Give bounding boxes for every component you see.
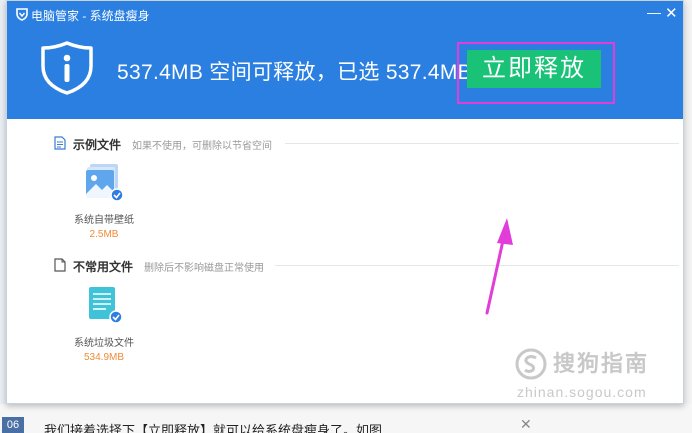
window-header: 电脑管家 - 系统盘瘦身 — ✕ 537.4MB 空间可释放，已选 537.4M…	[7, 1, 683, 119]
release-now-button[interactable]: 立即释放	[467, 50, 601, 88]
disk-cleanup-window: 电脑管家 - 系统盘瘦身 — ✕ 537.4MB 空间可释放，已选 537.4M…	[6, 0, 684, 404]
section-divider	[285, 143, 679, 144]
file-icon	[54, 258, 66, 272]
release-summary: 537.4MB 空间可释放，已选 537.4MB	[117, 61, 472, 84]
background-step-text: 我们接着选择下【立即释放】就可以给系统盘瘦身了。如图	[44, 423, 383, 433]
step-number-tag: 06	[2, 417, 24, 433]
background-close-icon[interactable]: ✕	[520, 416, 532, 433]
list-item-system-wallpaper[interactable]: 系统自带壁纸 2.5MB	[64, 162, 144, 240]
watermark-text: 搜狗指南	[553, 351, 650, 376]
junk-file-icon	[89, 287, 123, 324]
watermark: 搜狗指南 zhinan.sogou.com	[513, 346, 673, 404]
wallpaper-icon	[86, 164, 124, 202]
section-title-sample-files: 示例文件	[73, 138, 122, 152]
item-label: 系统自带壁纸	[74, 215, 134, 226]
shield-icon	[41, 41, 93, 95]
section-title-rare-files: 不常用文件	[73, 260, 134, 274]
section-divider	[275, 265, 679, 266]
item-size: 2.5MB	[89, 229, 119, 240]
document-icon	[54, 136, 66, 150]
minimize-button[interactable]: —	[647, 4, 661, 20]
title-bar: 电脑管家 - 系统盘瘦身 — ✕	[7, 1, 683, 27]
close-button[interactable]: ✕	[665, 4, 678, 22]
app-logo-icon	[16, 8, 28, 21]
sogou-logo-icon	[515, 348, 547, 380]
list-item-system-junk-files[interactable]: 系统垃圾文件 534.9MB	[64, 285, 144, 363]
item-label: 系统垃圾文件	[74, 338, 134, 349]
item-size: 534.9MB	[83, 352, 125, 363]
watermark-url: zhinan.sogou.com	[517, 384, 647, 400]
section-desc-rare-files: 删除后不影响磁盘正常使用	[144, 263, 264, 274]
window-title: 电脑管家 - 系统盘瘦身	[31, 9, 150, 23]
section-desc-sample-files: 如果不使用，可删除以节省空间	[132, 141, 272, 152]
